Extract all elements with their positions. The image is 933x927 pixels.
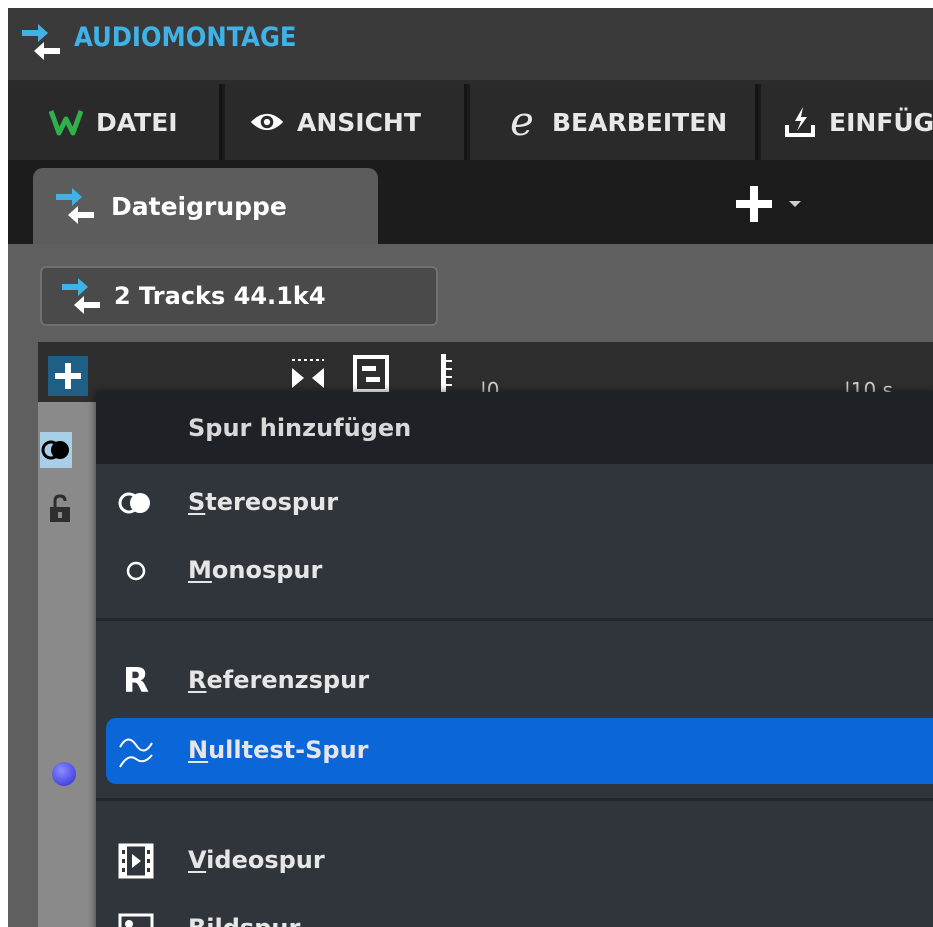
zoom-fit-icon[interactable] xyxy=(288,356,328,394)
menu-datei-label: DATEI xyxy=(96,107,178,137)
menu-bearbeiten-label: BEARBEITEN xyxy=(552,107,728,137)
wavelab-w-icon xyxy=(48,104,84,140)
ruler-icon[interactable] xyxy=(438,352,456,396)
mnemonic: R xyxy=(188,666,207,694)
menu-header: Spur hinzufügen xyxy=(96,392,933,464)
montage-icon xyxy=(62,278,100,314)
menu-item-label: Videospur xyxy=(188,846,325,874)
label-rest: ideospur xyxy=(206,846,325,874)
unlock-icon[interactable] xyxy=(48,494,72,524)
mnemonic: N xyxy=(188,736,209,764)
add-tab-button[interactable] xyxy=(732,182,822,226)
menu-item-label: Stereospur xyxy=(188,488,338,516)
menu-header-label: Spur hinzufügen xyxy=(188,414,412,442)
film-icon xyxy=(112,838,160,884)
montage-selector-button[interactable]: 2 Tracks 44.1k4 xyxy=(40,266,438,326)
menu-item-nulltest-spur[interactable]: Nulltest-Spur xyxy=(106,718,933,784)
menu-separator xyxy=(96,798,933,801)
menu-item-label: Referenzspur xyxy=(188,666,369,694)
label-rest: tereospur xyxy=(205,488,339,516)
plus-icon xyxy=(736,186,772,222)
menu-ansicht[interactable]: ANSICHT xyxy=(225,84,467,160)
track-color-indicator xyxy=(52,762,76,786)
mnemonic: M xyxy=(188,556,212,584)
edit-e-icon: e xyxy=(510,99,534,145)
montage-name: 2 Tracks 44.1k4 xyxy=(114,282,326,310)
menu-bearbeiten[interactable]: e BEARBEITEN xyxy=(470,84,758,160)
tab-label: Dateigruppe xyxy=(111,191,287,221)
stereo-icon xyxy=(112,480,160,526)
label-rest: eferenzspur xyxy=(206,666,370,694)
tab-strip: Dateigruppe xyxy=(8,160,933,244)
track-view-icon[interactable] xyxy=(352,354,390,394)
add-track-menu: Spur hinzufügen Stereospur Monospur R Re xyxy=(96,392,933,927)
insert-icon xyxy=(783,104,817,140)
menu-item-monospur[interactable]: Monospur xyxy=(96,538,933,604)
track-side-panel xyxy=(38,402,98,927)
image-icon xyxy=(112,906,160,927)
app-window: AUDIOMONTAGE DATEI ANSICHT e BEARBEITEN … xyxy=(8,8,933,927)
reference-r-icon: R xyxy=(122,661,150,701)
tab-dateigruppe[interactable]: Dateigruppe xyxy=(33,168,378,244)
app-title: AUDIOMONTAGE xyxy=(74,22,297,53)
track-stereo-toggle[interactable] xyxy=(40,432,72,468)
plus-icon xyxy=(55,363,81,389)
chevron-down-icon xyxy=(789,201,801,207)
menu-item-bildspur[interactable]: Bildspur xyxy=(96,896,933,927)
montage-icon xyxy=(56,188,94,224)
menu-ansicht-label: ANSICHT xyxy=(297,107,421,137)
title-bar: AUDIOMONTAGE xyxy=(8,8,933,80)
menu-item-referenzspur[interactable]: R Referenzspur xyxy=(96,648,933,714)
menu-einfuegen[interactable]: EINFÜG xyxy=(761,84,933,160)
menu-datei[interactable]: DATEI xyxy=(8,84,222,160)
menu-item-label: Bildspur xyxy=(188,914,300,927)
audiomontage-logo-icon xyxy=(22,24,60,60)
label-rest: ulltest-Spur xyxy=(208,736,369,764)
menu-item-label: Nulltest-Spur xyxy=(188,736,369,764)
mnemonic: B xyxy=(188,914,206,927)
menu-item-label: Monospur xyxy=(188,556,322,584)
mnemonic: V xyxy=(188,846,207,874)
menu-item-videospur[interactable]: Videospur xyxy=(96,828,933,894)
menu-einfuegen-label: EINFÜG xyxy=(829,107,933,137)
add-track-button[interactable] xyxy=(48,356,88,396)
mnemonic: S xyxy=(188,488,206,516)
eye-icon xyxy=(249,104,285,140)
stereo-icon xyxy=(41,440,69,460)
menu-bar: DATEI ANSICHT e BEARBEITEN EINFÜG xyxy=(8,84,933,160)
label-rest: ildspur xyxy=(206,914,300,927)
null-test-wave-icon xyxy=(112,728,160,774)
label-rest: onospur xyxy=(211,556,323,584)
mono-circle-icon xyxy=(112,548,160,594)
menu-separator xyxy=(96,618,933,621)
menu-item-stereospur[interactable]: Stereospur xyxy=(96,470,933,536)
